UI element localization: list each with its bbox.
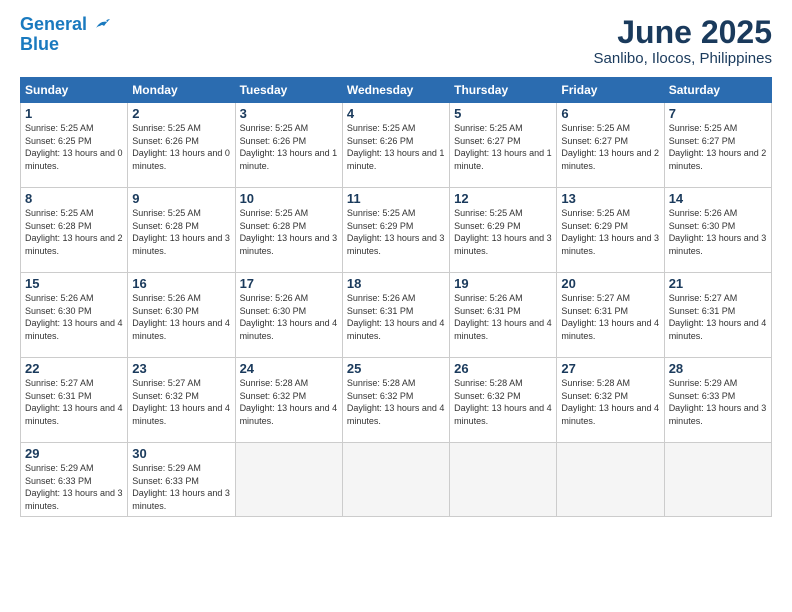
day-5: 5 Sunrise: 5:25 AMSunset: 6:27 PMDayligh… xyxy=(450,103,557,188)
day-16: 16 Sunrise: 5:26 AMSunset: 6:30 PMDaylig… xyxy=(128,273,235,358)
week-row-4: 22 Sunrise: 5:27 AMSunset: 6:31 PMDaylig… xyxy=(21,358,772,443)
day-20: 20 Sunrise: 5:27 AMSunset: 6:31 PMDaylig… xyxy=(557,273,664,358)
empty-cell-2 xyxy=(342,443,449,516)
header-thursday: Thursday xyxy=(450,78,557,103)
logo-text: General Blue xyxy=(20,15,112,55)
day-18: 18 Sunrise: 5:26 AMSunset: 6:31 PMDaylig… xyxy=(342,273,449,358)
day-6: 6 Sunrise: 5:25 AMSunset: 6:27 PMDayligh… xyxy=(557,103,664,188)
day-22: 22 Sunrise: 5:27 AMSunset: 6:31 PMDaylig… xyxy=(21,358,128,443)
day-13: 13 Sunrise: 5:25 AMSunset: 6:29 PMDaylig… xyxy=(557,188,664,273)
day-2: 2 Sunrise: 5:25 AMSunset: 6:26 PMDayligh… xyxy=(128,103,235,188)
week-row-5: 29 Sunrise: 5:29 AMSunset: 6:33 PMDaylig… xyxy=(21,443,772,516)
day-30: 30 Sunrise: 5:29 AMSunset: 6:33 PMDaylig… xyxy=(128,443,235,516)
day-1: 1 Sunrise: 5:25 AMSunset: 6:25 PMDayligh… xyxy=(21,103,128,188)
day-14: 14 Sunrise: 5:26 AMSunset: 6:30 PMDaylig… xyxy=(664,188,771,273)
header-tuesday: Tuesday xyxy=(235,78,342,103)
day-21: 21 Sunrise: 5:27 AMSunset: 6:31 PMDaylig… xyxy=(664,273,771,358)
logo: General Blue xyxy=(20,15,112,55)
empty-cell-1 xyxy=(235,443,342,516)
title-block: June 2025 Sanlibo, Ilocos, Philippines xyxy=(594,15,772,67)
week-row-3: 15 Sunrise: 5:26 AMSunset: 6:30 PMDaylig… xyxy=(21,273,772,358)
empty-cell-3 xyxy=(450,443,557,516)
day-27: 27 Sunrise: 5:28 AMSunset: 6:32 PMDaylig… xyxy=(557,358,664,443)
calendar-subtitle: Sanlibo, Ilocos, Philippines xyxy=(594,50,772,67)
calendar-table: Sunday Monday Tuesday Wednesday Thursday… xyxy=(20,77,772,516)
day-17: 17 Sunrise: 5:26 AMSunset: 6:30 PMDaylig… xyxy=(235,273,342,358)
day-25: 25 Sunrise: 5:28 AMSunset: 6:32 PMDaylig… xyxy=(342,358,449,443)
day-15: 15 Sunrise: 5:26 AMSunset: 6:30 PMDaylig… xyxy=(21,273,128,358)
page: General Blue June 2025 Sanlibo, Ilocos, … xyxy=(0,0,792,612)
day-28: 28 Sunrise: 5:29 AMSunset: 6:33 PMDaylig… xyxy=(664,358,771,443)
day-19: 19 Sunrise: 5:26 AMSunset: 6:31 PMDaylig… xyxy=(450,273,557,358)
header-friday: Friday xyxy=(557,78,664,103)
day-7: 7 Sunrise: 5:25 AMSunset: 6:27 PMDayligh… xyxy=(664,103,771,188)
header-saturday: Saturday xyxy=(664,78,771,103)
day-8: 8 Sunrise: 5:25 AMSunset: 6:28 PMDayligh… xyxy=(21,188,128,273)
day-11: 11 Sunrise: 5:25 AMSunset: 6:29 PMDaylig… xyxy=(342,188,449,273)
day-24: 24 Sunrise: 5:28 AMSunset: 6:32 PMDaylig… xyxy=(235,358,342,443)
header-wednesday: Wednesday xyxy=(342,78,449,103)
day-9: 9 Sunrise: 5:25 AMSunset: 6:28 PMDayligh… xyxy=(128,188,235,273)
day-4: 4 Sunrise: 5:25 AMSunset: 6:26 PMDayligh… xyxy=(342,103,449,188)
logo-general: General xyxy=(20,14,87,34)
header-monday: Monday xyxy=(128,78,235,103)
day-23: 23 Sunrise: 5:27 AMSunset: 6:32 PMDaylig… xyxy=(128,358,235,443)
empty-cell-4 xyxy=(557,443,664,516)
day-10: 10 Sunrise: 5:25 AMSunset: 6:28 PMDaylig… xyxy=(235,188,342,273)
weekday-header-row: Sunday Monday Tuesday Wednesday Thursday… xyxy=(21,78,772,103)
logo-blue: Blue xyxy=(20,34,59,54)
week-row-2: 8 Sunrise: 5:25 AMSunset: 6:28 PMDayligh… xyxy=(21,188,772,273)
header-sunday: Sunday xyxy=(21,78,128,103)
logo-bird-icon xyxy=(94,18,112,32)
day-29: 29 Sunrise: 5:29 AMSunset: 6:33 PMDaylig… xyxy=(21,443,128,516)
day-3: 3 Sunrise: 5:25 AMSunset: 6:26 PMDayligh… xyxy=(235,103,342,188)
week-row-1: 1 Sunrise: 5:25 AMSunset: 6:25 PMDayligh… xyxy=(21,103,772,188)
calendar-title: June 2025 xyxy=(594,15,772,50)
empty-cell-5 xyxy=(664,443,771,516)
day-12: 12 Sunrise: 5:25 AMSunset: 6:29 PMDaylig… xyxy=(450,188,557,273)
day-26: 26 Sunrise: 5:28 AMSunset: 6:32 PMDaylig… xyxy=(450,358,557,443)
header: General Blue June 2025 Sanlibo, Ilocos, … xyxy=(20,15,772,67)
